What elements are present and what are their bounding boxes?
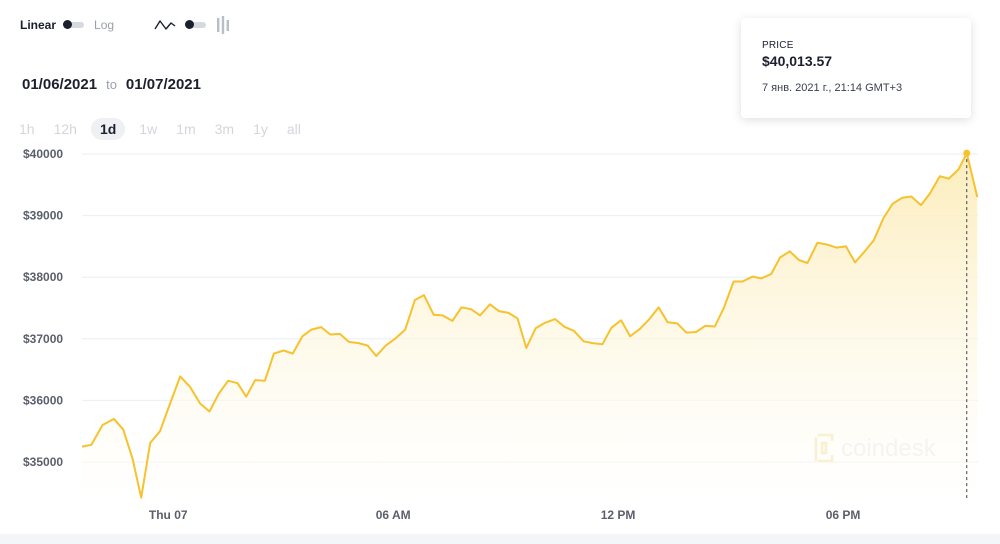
y-tick-label: $38000 <box>23 270 63 284</box>
timeframe-3m[interactable]: 3m <box>210 118 239 140</box>
date-range-separator: to <box>106 77 117 92</box>
y-axis-ticks: $40000 $39000 $38000 $37000 $36000 $35000 <box>23 147 63 469</box>
line-chart-icon[interactable] <box>154 18 176 32</box>
y-tick-label: $40000 <box>23 147 63 161</box>
tooltip-time: 7 янв. 2021 г., 21:14 GMT+3 <box>762 82 903 94</box>
chart-toolbar: Linear Log <box>20 14 230 36</box>
y-tick-label: $35000 <box>23 455 63 469</box>
date-from[interactable]: 01/06/2021 <box>22 76 97 93</box>
price-area-fill <box>82 153 978 502</box>
footer-strip <box>0 534 1000 544</box>
scale-toggle[interactable] <box>63 20 85 29</box>
price-tooltip: PRICE $40,013.57 7 янв. 2021 г., 21:14 G… <box>741 18 971 118</box>
timeframe-1w[interactable]: 1w <box>134 118 162 140</box>
x-axis-ticks: Thu 07 06 AM 12 PM 06 PM <box>149 508 860 522</box>
timeframe-1d[interactable]: 1d <box>90 118 126 140</box>
scale-toggle-knob <box>63 20 73 29</box>
timeframe-selector: 1h 12h 1d 1w 1m 3m 1y all <box>14 118 315 140</box>
x-tick-label: 06 PM <box>826 508 861 522</box>
x-tick-label: Thu 07 <box>149 508 188 522</box>
timeframe-all[interactable]: all <box>282 118 306 140</box>
candlestick-icon[interactable] <box>216 16 230 34</box>
chart-type-toggle-knob <box>185 20 195 29</box>
y-tick-label: $37000 <box>23 332 63 346</box>
date-to[interactable]: 01/07/2021 <box>126 76 201 93</box>
y-tick-label: $39000 <box>23 209 63 223</box>
date-range: 01/06/2021 to 01/07/2021 <box>22 76 201 93</box>
tooltip-label: PRICE <box>762 40 794 51</box>
timeframe-1h[interactable]: 1h <box>14 118 40 140</box>
y-tick-label: $36000 <box>23 393 63 407</box>
hover-marker-dot <box>963 149 971 157</box>
log-scale-label[interactable]: Log <box>94 18 114 32</box>
tooltip-price: $40,013.57 <box>762 53 833 69</box>
timeframe-1m[interactable]: 1m <box>171 118 200 140</box>
x-tick-label: 06 AM <box>376 508 411 522</box>
timeframe-12h[interactable]: 12h <box>49 118 82 140</box>
timeframe-1y[interactable]: 1y <box>248 118 273 140</box>
x-tick-label: 12 PM <box>601 508 636 522</box>
linear-scale-label[interactable]: Linear <box>20 18 56 32</box>
chart-type-switch <box>154 16 230 34</box>
chart-type-toggle[interactable] <box>185 20 207 29</box>
price-chart[interactable]: $40000 $39000 $38000 $37000 $36000 $35000 Thu… <box>0 140 1000 534</box>
